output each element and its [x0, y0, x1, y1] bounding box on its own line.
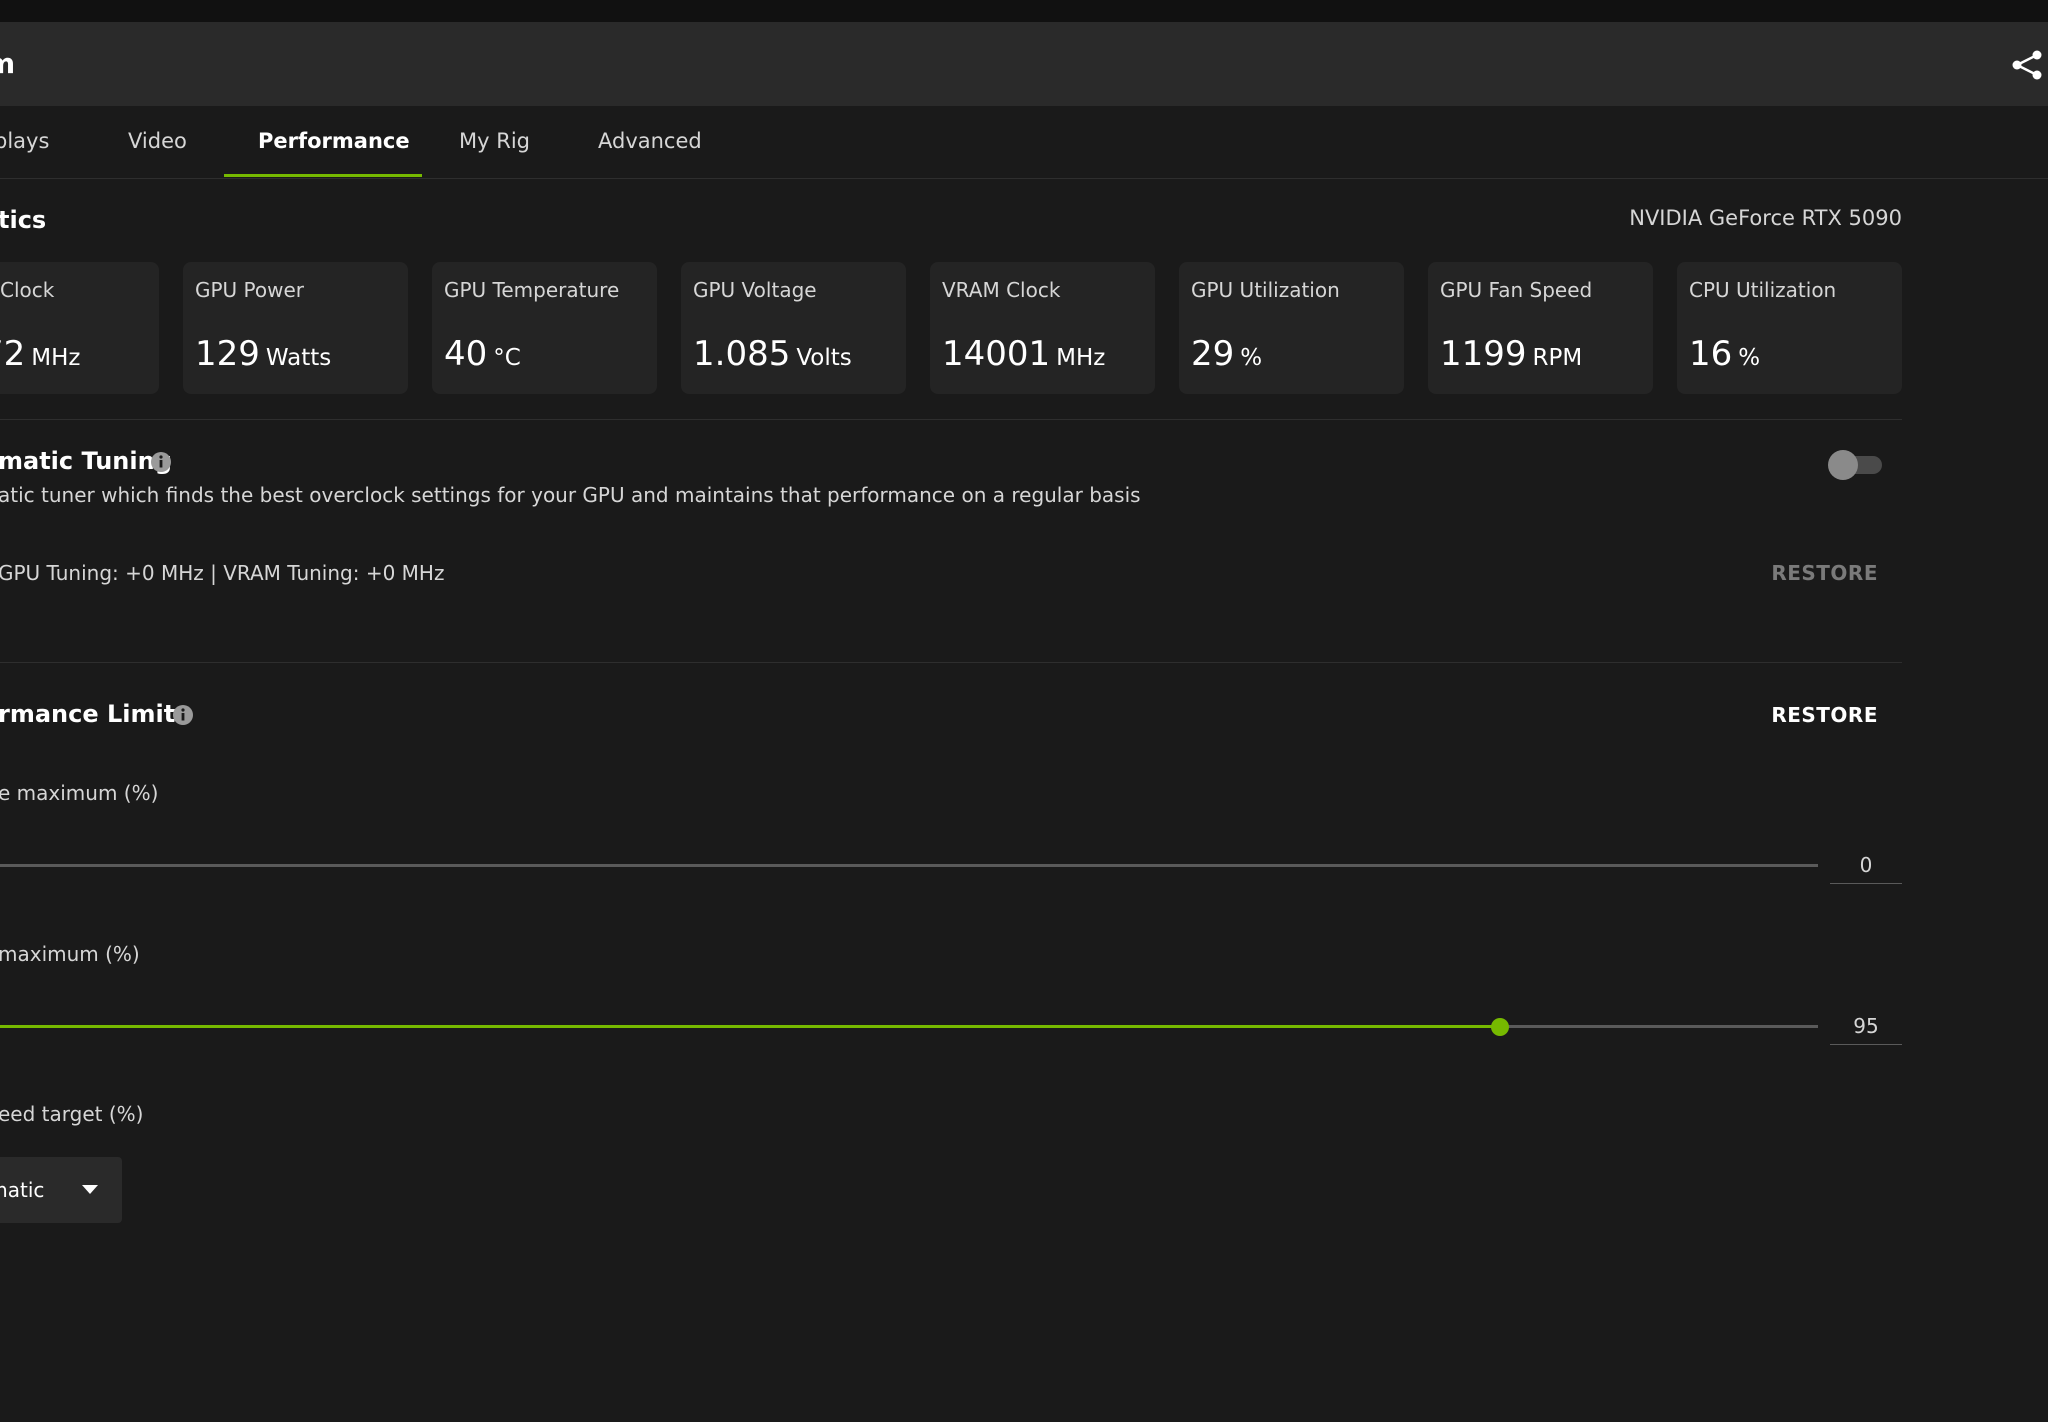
stat-label: GPU Utilization [1191, 278, 1340, 302]
performance-limits-title: rmance Limits [0, 700, 190, 728]
toggle-knob [1828, 450, 1858, 480]
page-title: m [0, 47, 16, 80]
stat-value: 40 °C [444, 334, 521, 374]
active-tab-indicator [224, 174, 422, 177]
auto-tuning-restore-button[interactable]: RESTORE [1771, 561, 1878, 585]
stat-card-gpu-voltage: GPU Voltage 1.085 Volts [681, 262, 906, 394]
info-icon[interactable] [150, 451, 172, 473]
stat-label: GPU Power [195, 278, 305, 302]
statistics-cards: Clock 72MHz GPU Power 129Watts GPU Tempe… [0, 262, 2048, 396]
limit-slider-1[interactable] [0, 854, 1818, 878]
slider-value-input[interactable]: 0 [1830, 847, 1902, 884]
page-header: m [0, 22, 2048, 106]
stat-value: 1199 RPM [1440, 334, 1583, 374]
stat-value: 29% [1191, 334, 1263, 374]
stat-card-vram-clock: VRAM Clock 14001 MHz [930, 262, 1155, 394]
slider-label: e maximum (%) [0, 781, 159, 805]
dropdown-selected-value: omatic [0, 1178, 45, 1202]
auto-tuning-description: atic tuner which finds the best overcloc… [0, 483, 1141, 507]
stat-label: VRAM Clock [942, 278, 1061, 302]
stat-label: CPU Utilization [1689, 278, 1837, 302]
tuning-status: GPU Tuning: +0 MHz | VRAM Tuning: +0 MHz [0, 561, 445, 585]
slider-fill [0, 1025, 1500, 1028]
statistics-title: tics [0, 206, 47, 234]
tab-video[interactable]: Video [128, 106, 187, 176]
stat-value: 14001 MHz [942, 334, 1106, 374]
tab-displays[interactable]: plays [0, 106, 49, 176]
auto-tuning-toggle[interactable] [1828, 450, 1884, 480]
title-bar [0, 0, 2048, 22]
stat-card-gpu-power: GPU Power 129 Watts [183, 262, 408, 394]
stat-value: 72MHz [0, 334, 81, 374]
slider-value-input[interactable]: 95 [1830, 1008, 1902, 1045]
performance-limits-restore-button[interactable]: RESTORE [1771, 703, 1878, 727]
stat-value: 129 Watts [195, 334, 332, 374]
info-icon[interactable] [172, 704, 194, 726]
stat-label: GPU Fan Speed [1440, 278, 1593, 302]
slider-thumb[interactable] [1491, 1018, 1509, 1036]
chevron-down-icon [82, 1185, 98, 1194]
stat-card-gpu-utilization: GPU Utilization 29% [1179, 262, 1404, 394]
tab-advanced[interactable]: Advanced [598, 106, 702, 176]
stat-card-gpu-temperature: GPU Temperature 40 °C [432, 262, 657, 394]
section-divider [0, 662, 1902, 663]
slider-track [0, 864, 1818, 867]
stat-card-gpu-fan-speed: GPU Fan Speed 1199 RPM [1428, 262, 1653, 394]
stat-value: 16% [1689, 334, 1761, 374]
stat-value: 1.085 Volts [693, 334, 852, 374]
app-window: m plays Video Performance My Rig Advance… [0, 0, 2048, 1422]
limit-slider-2[interactable] [0, 1015, 1818, 1039]
tab-performance[interactable]: Performance [258, 106, 410, 176]
stat-label: Clock [0, 278, 55, 302]
stat-card-clock: Clock 72MHz [0, 262, 159, 394]
share-icon[interactable] [2010, 48, 2044, 82]
section-divider [0, 419, 1902, 420]
tab-my-rig[interactable]: My Rig [459, 106, 530, 176]
tab-bar: plays Video Performance My Rig Advanced [0, 106, 2048, 179]
stat-label: GPU Voltage [693, 278, 817, 302]
gpu-name: NVIDIA GeForce RTX 5090 [1629, 206, 1902, 230]
stat-card-cpu-utilization: CPU Utilization 16% [1677, 262, 1902, 394]
fan-speed-dropdown[interactable]: omatic [0, 1157, 122, 1223]
stat-label: GPU Temperature [444, 278, 620, 302]
slider-label: maximum (%) [0, 942, 140, 966]
fan-speed-label: eed target (%) [0, 1102, 144, 1126]
auto-tuning-title: matic Tuning [0, 447, 172, 475]
